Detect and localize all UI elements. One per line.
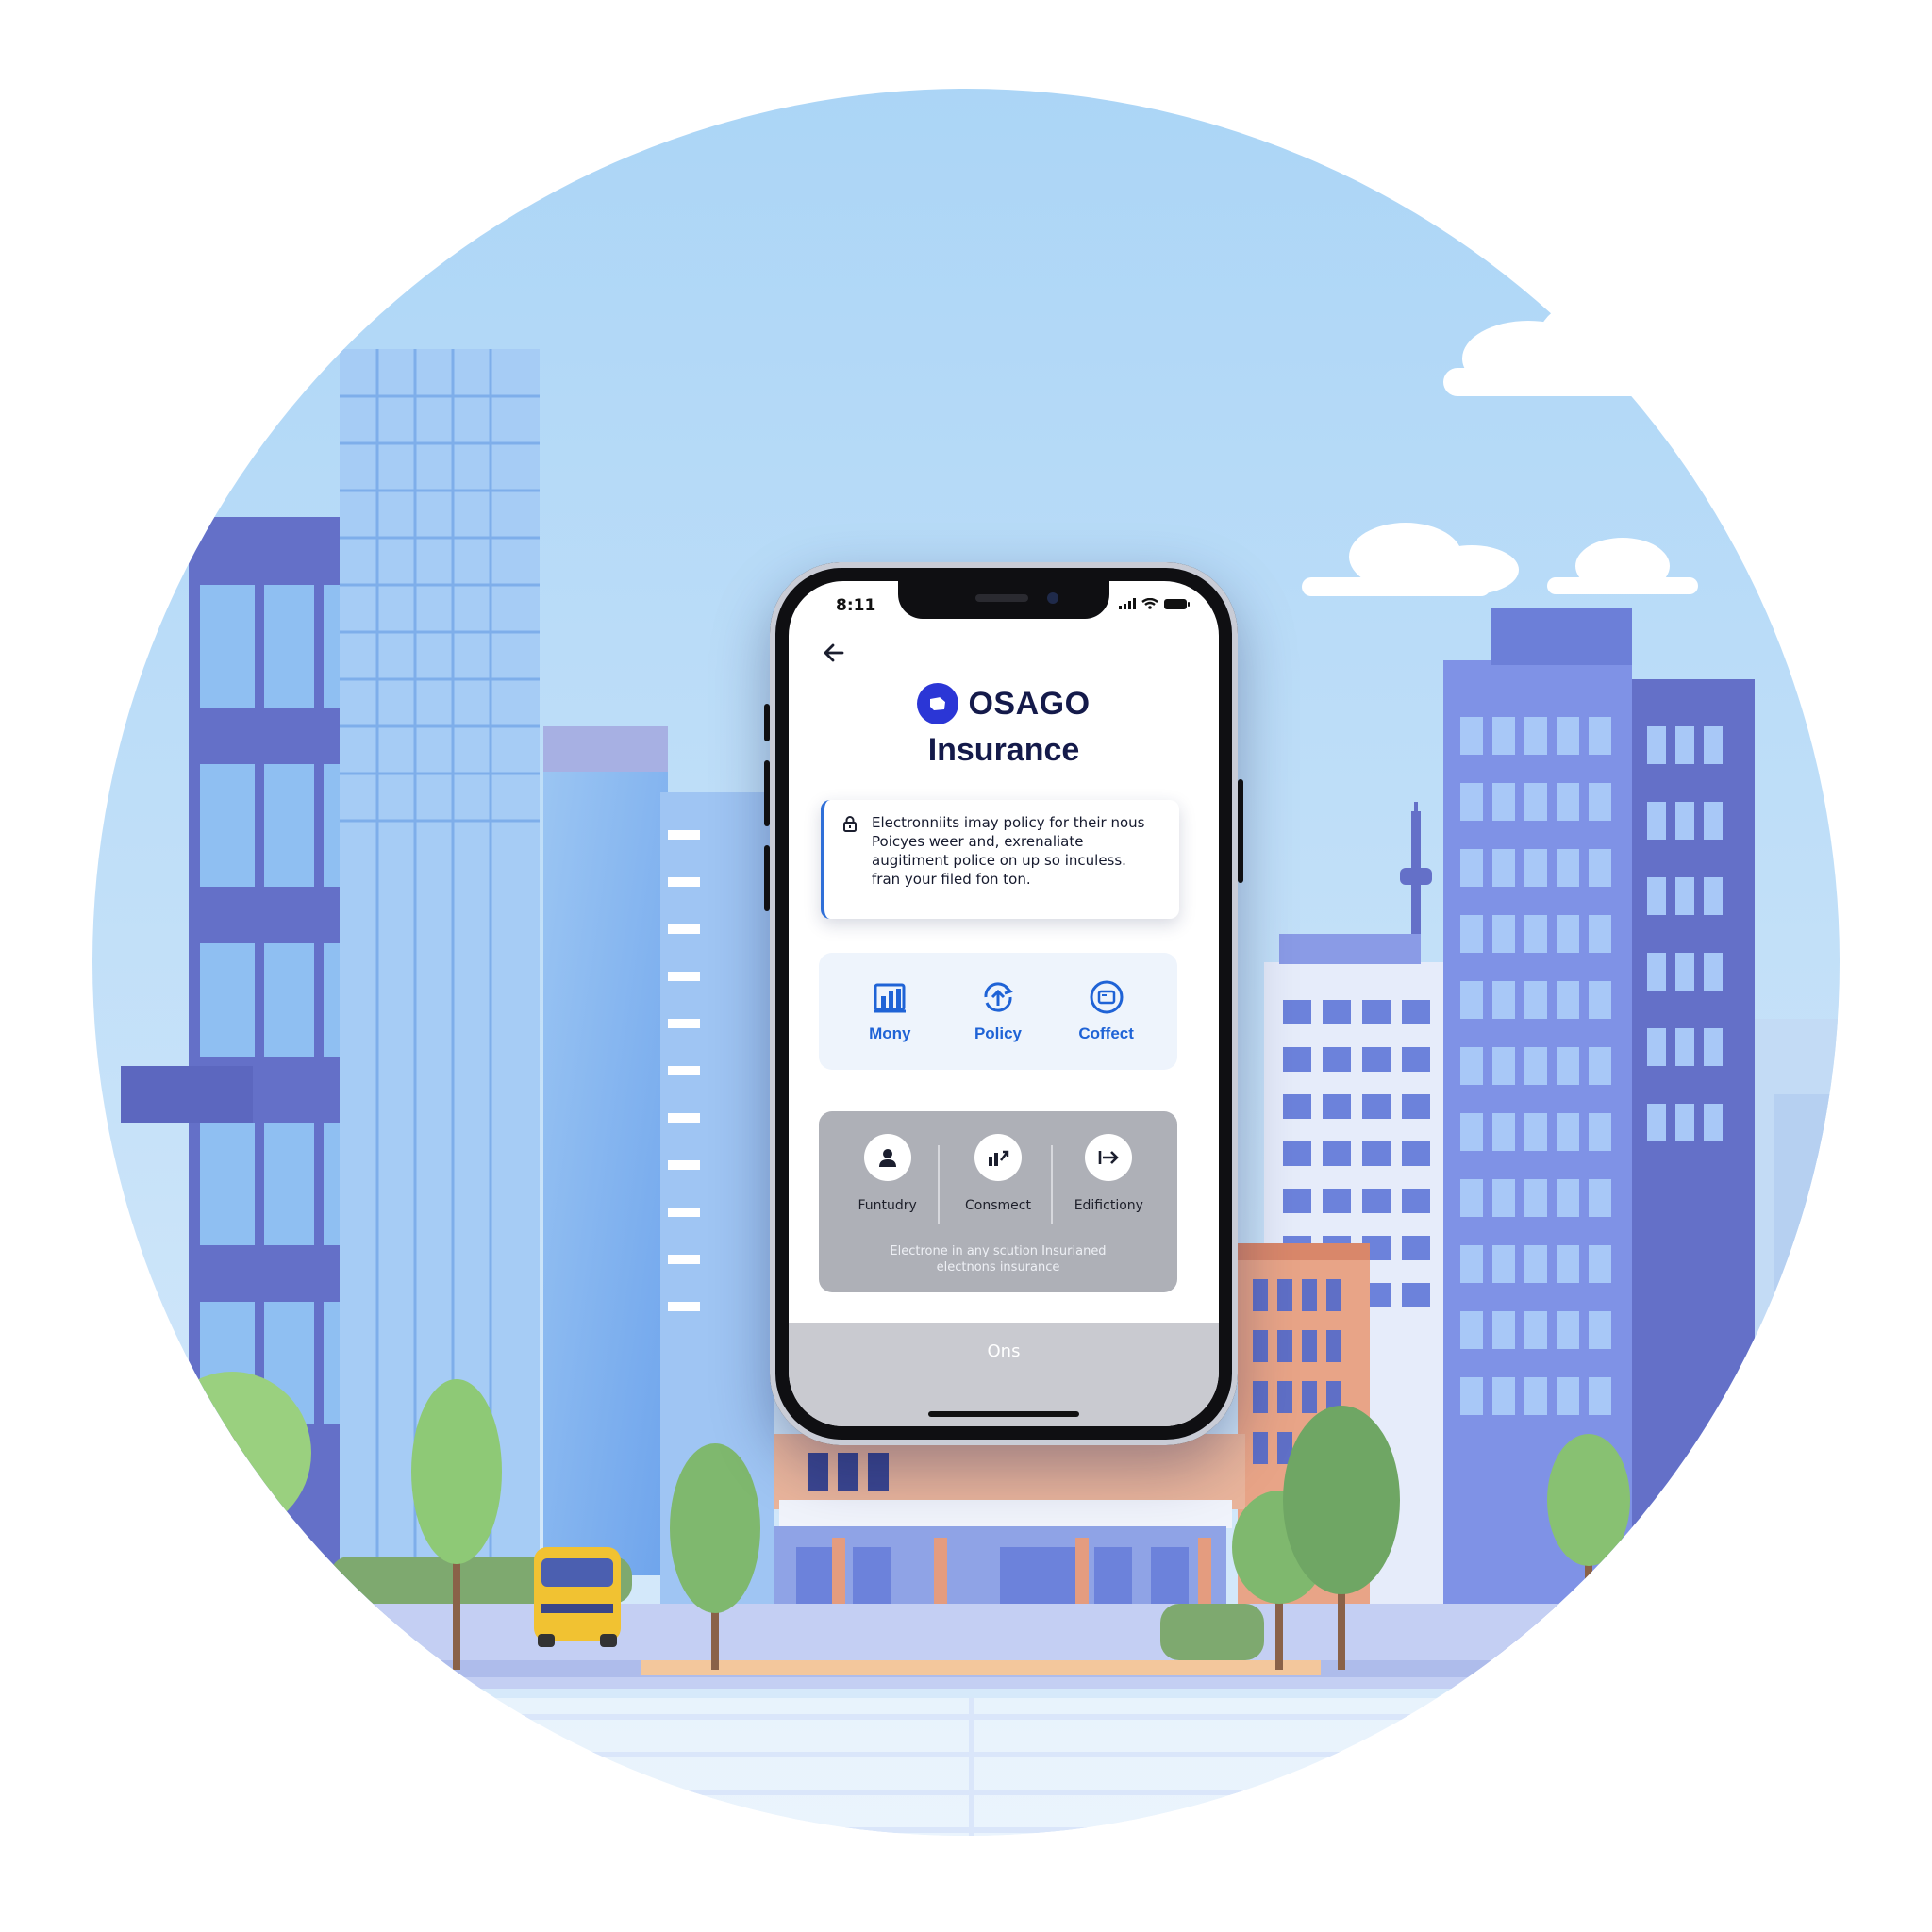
lock-icon: [843, 816, 857, 832]
info-text-line: fran your filed fon ton.: [872, 871, 1031, 888]
quick-action-mony[interactable]: Mony: [842, 979, 937, 1043]
phone-volume-up: [764, 760, 770, 826]
info-card: Electronniits imay policy for their nous…: [821, 800, 1179, 919]
user-icon: [863, 1134, 911, 1181]
service-label: Edifictiony: [1074, 1198, 1143, 1213]
signal-icon: [1119, 598, 1136, 609]
front-camera: [1047, 592, 1058, 604]
service-edifictiony[interactable]: Edifictiony: [1057, 1134, 1160, 1213]
home-indicator[interactable]: [928, 1411, 1079, 1417]
ticket-icon: [1090, 980, 1124, 1014]
quick-action-coffect[interactable]: Coffect: [1059, 979, 1154, 1043]
services-panel: Funtudry Consmect Edifictiony Electrone …: [819, 1111, 1177, 1292]
arrow-right-bar-icon: [1085, 1134, 1133, 1181]
document-chart-icon: [874, 983, 907, 1013]
quick-action-label: Mony: [869, 1024, 911, 1042]
service-funtudry[interactable]: Funtudry: [836, 1134, 940, 1213]
phone-mute-switch: [764, 704, 770, 741]
service-label: Funtudry: [858, 1198, 917, 1213]
status-icons: [1119, 596, 1190, 611]
tree-6: [1547, 1434, 1630, 1641]
phone-mockup: 8:11 OSAGO Insurance Electronniits imay …: [764, 562, 1243, 1445]
back-button[interactable]: [817, 636, 851, 670]
quick-actions-panel: Mony Policy Coffect: [819, 953, 1177, 1070]
battery-icon: [1164, 598, 1190, 609]
quick-action-label: Coffect: [1078, 1024, 1134, 1042]
sync-upload-icon: [984, 982, 1013, 1012]
info-text-line: augitiment police on up so inculess.: [872, 852, 1126, 869]
service-label: Consmect: [965, 1198, 1031, 1213]
phone-power-button: [1238, 779, 1243, 883]
services-caption: Electrone in any scution Insurianed elec…: [838, 1243, 1158, 1275]
info-text-line: Poicyes weer and, exrenaliate: [872, 833, 1084, 850]
info-text-line: Electronniits imay policy for their nous: [872, 814, 1145, 831]
tree-1: [153, 1372, 311, 1538]
caption-line: electnons insurance: [936, 1260, 1060, 1274]
phone-notch: [898, 581, 1109, 619]
quick-action-policy[interactable]: Policy: [951, 979, 1045, 1043]
page-title: Insurance: [927, 732, 1080, 768]
chart-icon: [974, 1134, 1022, 1181]
arrow-left-icon: [824, 643, 844, 662]
sidewalk: [641, 1660, 1321, 1675]
caption-line: Electrone in any scution Insurianed: [890, 1244, 1107, 1258]
wifi-icon: [1141, 598, 1158, 609]
yellow-van: [534, 1547, 621, 1647]
brand-name: OSAGO: [968, 685, 1091, 722]
speaker-grille: [975, 594, 1028, 602]
osago-logo-icon: [917, 683, 959, 724]
phone-screen: 8:11 OSAGO Insurance Electronniits imay …: [789, 581, 1219, 1426]
brand-header: OSAGO: [789, 683, 1219, 724]
quick-action-label: Policy: [974, 1024, 1023, 1042]
phone-volume-down: [764, 845, 770, 911]
service-consmect[interactable]: Consmect: [946, 1134, 1050, 1213]
status-time: 8:11: [836, 596, 876, 615]
